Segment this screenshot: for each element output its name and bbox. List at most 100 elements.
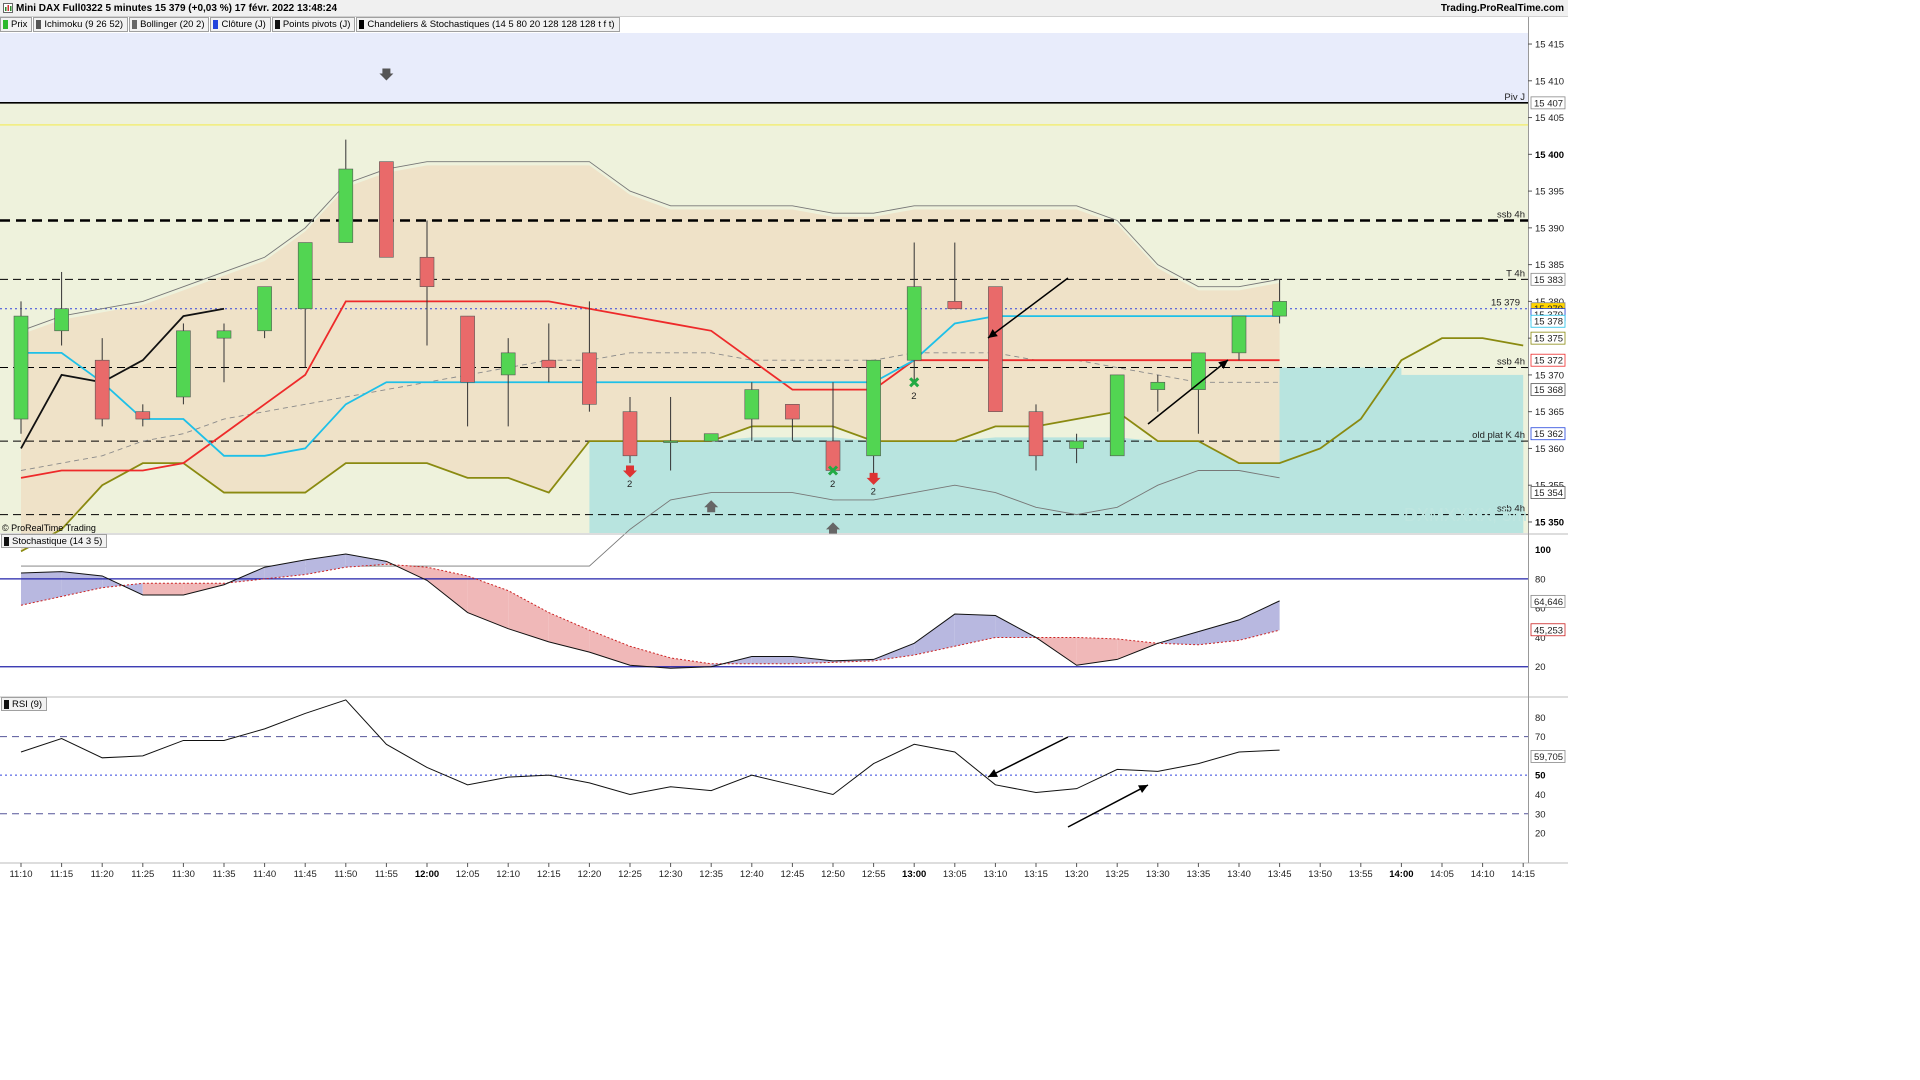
price-tick-label: 15 395 — [1535, 187, 1564, 198]
time-tick-label: 12:40 — [740, 869, 764, 880]
stochastic-tick-label: 20 — [1535, 662, 1546, 673]
price-tag-text: 15 383 — [1534, 275, 1563, 286]
rsi-tick-label: 40 — [1535, 790, 1546, 801]
bull-candle-body — [338, 168, 354, 243]
time-tick-label: 13:30 — [1146, 869, 1170, 880]
price-tag: 15 372 — [1530, 353, 1566, 367]
bear-candle-body — [622, 411, 638, 457]
rsi-tick-label: 70 — [1535, 732, 1546, 743]
price-tick-label: 15 360 — [1535, 444, 1564, 455]
bear-candle-body — [582, 352, 597, 405]
price-tag: 15 407 — [1530, 96, 1566, 109]
stochastic-fill — [142, 583, 184, 596]
bear-candle-body — [94, 359, 110, 420]
bear-candle-body — [419, 256, 435, 287]
chart-canvas[interactable]: Piv Jssb 4hT 4hssb 4hold plat K 4hssb 4h… — [0, 0, 1568, 882]
time-tick-label: 13:45 — [1268, 869, 1292, 880]
time-tick-label: 12:25 — [618, 869, 642, 880]
signal-count-label: 2 — [627, 479, 632, 490]
bull-candle-body — [1150, 381, 1166, 390]
bear-candle-body — [785, 404, 800, 420]
candle — [176, 323, 191, 405]
time-tick-label: 11:15 — [50, 869, 73, 880]
time-tick-label: 12:20 — [578, 869, 602, 880]
time-tick-label: 11:10 — [9, 869, 32, 880]
stochastic-fill — [21, 571, 62, 606]
rsi-swatch — [4, 699, 9, 709]
bull-candle-body — [13, 315, 29, 420]
time-tick-label: 12:50 — [821, 869, 845, 880]
stochastic-fill — [427, 567, 468, 613]
rsi-label-text: RSI (9) — [12, 698, 43, 710]
level-label: old plat K 4h — [1472, 430, 1525, 441]
stochastic-fill — [1076, 637, 1118, 666]
stochastic-label-text: Stochastique (14 3 5) — [12, 535, 103, 547]
bull-candle-body — [1069, 440, 1084, 449]
close-line-label: 15 379 — [1491, 298, 1520, 309]
candle — [379, 161, 394, 258]
time-tick-label: 14:10 — [1471, 869, 1495, 880]
price-tag: 15 362 — [1530, 427, 1566, 440]
time-tick-label: 12:30 — [659, 869, 683, 880]
price-tag-text: 15 372 — [1534, 356, 1563, 367]
time-tick-label: 11:40 — [253, 869, 276, 880]
rsi-tick-label: 80 — [1535, 713, 1546, 724]
bull-candle-body — [297, 242, 313, 310]
price-tag: 15 378 — [1530, 314, 1566, 328]
bull-candle-body — [257, 286, 272, 332]
time-tick-label: 14:15 — [1511, 869, 1535, 880]
bull-candle-body — [500, 352, 516, 376]
stochastic-fill — [1239, 600, 1280, 641]
time-tick-label: 14:05 — [1430, 869, 1454, 880]
time-tick-label: 12:00 — [415, 869, 439, 880]
stochastic-panel-label[interactable]: Stochastique (14 3 5) — [1, 534, 108, 548]
symbol-watermark: DXMXXXX, 5m — [1404, 505, 1528, 525]
time-tick-label: 13:25 — [1105, 869, 1129, 880]
stochastic-swatch — [4, 536, 9, 546]
time-tick-label: 14:00 — [1389, 869, 1413, 880]
price-tick-label: 15 405 — [1535, 113, 1564, 124]
candle — [1109, 374, 1125, 457]
price-tick-label: 15 370 — [1535, 370, 1564, 381]
candle — [703, 433, 719, 442]
price-tick-label: 15 365 — [1535, 407, 1564, 418]
price-tag-text: 15 362 — [1534, 429, 1563, 440]
stochastic-tick-label: 80 — [1535, 574, 1546, 585]
rsi-annotation-arrow — [1067, 784, 1149, 828]
rsi-tick-label: 20 — [1535, 829, 1546, 840]
stochastic-tick-label: 100 — [1535, 545, 1551, 556]
stochastic-fill — [630, 646, 671, 669]
time-tick-label: 12:05 — [456, 869, 480, 880]
bear-candle-body — [541, 359, 557, 368]
price-tick-label: 15 390 — [1535, 223, 1564, 234]
time-tick-label: 11:45 — [294, 869, 317, 880]
time-tick-label: 13:40 — [1227, 869, 1251, 880]
time-tick-label: 11:20 — [91, 869, 114, 880]
price-tag-text: 15 407 — [1534, 98, 1563, 109]
rsi-tick-label: 30 — [1535, 809, 1546, 820]
time-tick-label: 11:25 — [131, 869, 154, 880]
bull-candle-body — [663, 440, 678, 443]
time-tick-label: 13:00 — [902, 869, 926, 880]
candle — [13, 301, 29, 434]
time-tick-label: 13:05 — [943, 869, 967, 880]
rsi-value-tag-text: 59,705 — [1534, 752, 1563, 763]
bear-candle-body — [460, 315, 475, 383]
rsi-panel-label[interactable]: RSI (9) — [1, 697, 48, 711]
bull-candle-body — [906, 286, 922, 361]
time-tick-label: 11:55 — [375, 869, 398, 880]
rsi-line — [20, 699, 1280, 796]
time-tick-label: 13:35 — [1187, 869, 1211, 880]
bear-candle-body — [1028, 411, 1044, 457]
stochastic-value-tag: 64,646 — [1530, 594, 1566, 608]
bull-candle-body — [703, 433, 719, 442]
price-tag: 15 368 — [1530, 383, 1566, 396]
price-tick-label: 15 415 — [1535, 40, 1564, 51]
stochastic-value-tag-text: 64,646 — [1534, 597, 1563, 608]
stochastic-fill — [264, 559, 306, 579]
time-tick-label: 13:55 — [1349, 869, 1373, 880]
price-tick-label: 15 385 — [1535, 260, 1564, 271]
pivot-zone-bg — [0, 33, 1528, 103]
stochastic-value-tag: 45,253 — [1530, 623, 1566, 636]
time-tick-label: 12:55 — [862, 869, 886, 880]
